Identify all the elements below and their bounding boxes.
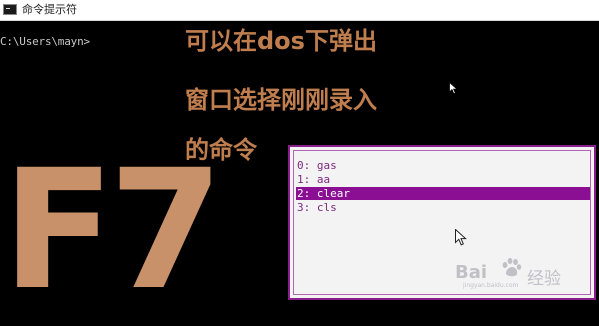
title-bar: 命令提示符 xyxy=(0,0,599,21)
f7-key-label: F7 xyxy=(2,134,224,326)
history-item-2-selected[interactable]: 2: clear xyxy=(296,187,590,200)
watermark-url: jingyan.baidu.com xyxy=(463,282,519,289)
watermark-suffix: 经验 xyxy=(527,269,561,289)
console-app-icon xyxy=(3,4,17,15)
baidu-paw-icon xyxy=(502,258,522,277)
mouse-cursor-icon xyxy=(449,82,458,95)
command-prompt: C:\Users\mayn> xyxy=(0,35,90,48)
history-item-0[interactable]: 0: gas xyxy=(296,159,590,172)
caption-line-1: 可以在dos下弹出 xyxy=(185,27,377,55)
caption-line-2: 窗口选择刚刚录入 xyxy=(185,86,377,114)
window-title: 命令提示符 xyxy=(22,3,77,16)
baidu-jingyan-watermark: Bai 经验 jingyan.baidu.com xyxy=(455,252,585,290)
history-item-3[interactable]: 3: cls xyxy=(296,201,590,214)
history-item-1[interactable]: 1: aa xyxy=(296,173,590,186)
popup-cursor-icon xyxy=(455,229,467,246)
watermark-brand: Bai xyxy=(455,262,488,283)
